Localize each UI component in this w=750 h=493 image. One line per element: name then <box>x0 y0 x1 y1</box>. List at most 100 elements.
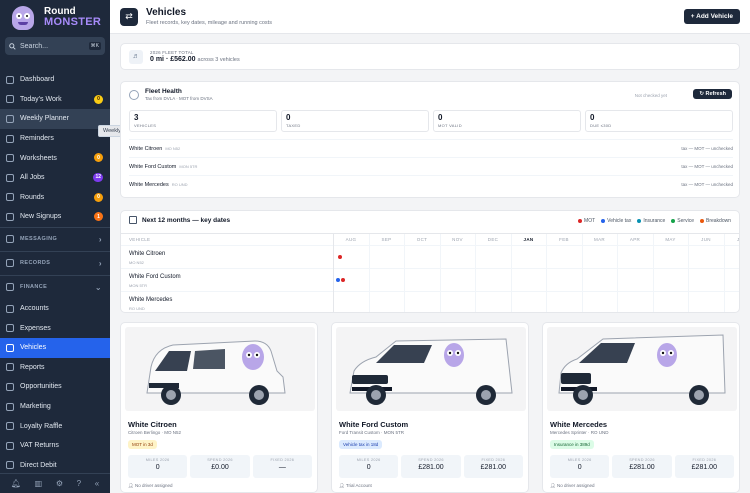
status-badge: Insurance in 389d <box>550 440 594 449</box>
month-header-oct: OCT <box>416 237 428 242</box>
sidebar-item-vat-returns[interactable]: VAT Returns <box>0 436 110 456</box>
legend-breakdown: Breakdown <box>699 218 731 224</box>
calendar-title: Next 12 months — key dates <box>142 216 231 224</box>
page-subtitle: Fleet records, key dates, mileage and ru… <box>146 20 272 26</box>
sidebar-item-label: Opportunities <box>20 383 62 391</box>
month-header-jul: JUL <box>737 237 740 242</box>
sidebar-item-label: VAT Returns <box>20 442 59 450</box>
vehicle-driver: 👤︎ No driver assigned <box>550 483 595 488</box>
sidebar-item-all-jobs[interactable]: All Jobs 12 <box>0 168 110 188</box>
sidebar-item-new-signups[interactable]: New Signups 1 <box>0 207 110 227</box>
route-icon <box>6 193 14 202</box>
legend-insurance: Insurance <box>637 218 665 224</box>
month-gridline <box>404 234 405 312</box>
fleet-total-value: 0 mi · £562.00 across 3 vehicles <box>150 56 240 63</box>
vehicle-card[interactable]: White Citroen Citroen Berlingo · MO N52 … <box>120 322 318 493</box>
vehicle-name: White Citroen <box>128 420 177 429</box>
sidebar-item-label: Direct Debit <box>20 461 57 469</box>
sidebar-item-label: Today's Work <box>20 95 62 103</box>
section-records[interactable]: RECORDS › <box>0 250 110 275</box>
vehicle-tax-date-marker[interactable] <box>336 278 340 282</box>
mot-date-marker[interactable] <box>338 255 342 259</box>
fleet-health-subtitle: Tax from DVLA · MOT from DVSA <box>145 96 213 101</box>
sidebar-item-label: Reports <box>20 363 45 371</box>
sheet-icon <box>6 154 14 163</box>
sidebar-item-accounts[interactable]: Accounts <box>0 299 110 319</box>
user-plus-icon <box>6 212 14 221</box>
vehicle-card[interactable]: White Ford Custom Ford Transit Custom · … <box>331 322 529 493</box>
sidebar-item-label: New Signups <box>20 213 62 221</box>
health-row[interactable]: White Ford Custom MON 5TR tax — MOT — unch… <box>129 157 733 175</box>
vehicle-model: Ford Transit Custom · MON 5TR <box>339 430 405 435</box>
records-icon <box>6 259 14 268</box>
sidebar-item-dashboard[interactable]: Dashboard <box>0 70 110 90</box>
vehicle-photo <box>125 327 315 411</box>
month-header-jan: JAN <box>523 237 534 242</box>
search-input[interactable]: Search... ⌘K <box>5 37 105 55</box>
sidebar-item-label: Rounds <box>20 193 45 201</box>
sidebar-item-expenses[interactable]: Expenses <box>0 318 110 338</box>
month-header-dec: DEC <box>487 237 499 242</box>
arrows-icon: ⇄ <box>120 7 138 26</box>
count-badge: 0 <box>94 192 103 202</box>
calendar-row[interactable]: White Citroen MO N52 <box>121 245 739 268</box>
add-vehicle-button[interactable]: + Add Vehicle <box>683 9 740 24</box>
count-badge: 1 <box>94 212 103 222</box>
month-header-may: MAY <box>665 237 676 242</box>
calendar-row[interactable]: White Ford Custom MON 5TR <box>121 268 739 291</box>
receipt-icon <box>6 324 14 333</box>
health-stats: 3 VEHICLES 0 TAXED 0 MOT VALID 0 DUE ≤30D <box>129 110 733 132</box>
gear-icon[interactable]: ⚙︎ <box>56 479 63 488</box>
vehicle-stats: MILES 2026 0 SPEND 2026 £281.00 FIXED 2026… <box>339 455 523 478</box>
brand[interactable]: Round MONSTER <box>0 0 110 34</box>
sidebar-nav: Dashboard Today's Work 0 Weekly Planner R… <box>0 70 110 475</box>
sidebar-item-todays-work[interactable]: Today's Work 0 <box>0 90 110 110</box>
month-gridline <box>617 234 618 312</box>
vehicle-stats: MILES 2026 0 SPEND 2026 £281.00 FIXED 2026… <box>550 455 734 478</box>
calendar-icon <box>6 114 14 123</box>
mot-date-marker[interactable] <box>341 278 345 282</box>
fleet-health-card: Fleet Health Tax from DVLA · MOT from DV… <box>120 81 740 198</box>
sidebar-item-vehicles[interactable]: Vehicles <box>0 337 110 358</box>
collapse-icon[interactable]: « <box>95 479 99 488</box>
refresh-button[interactable]: ↻ Refresh <box>693 89 732 99</box>
bell-icon[interactable]: 🔔︎ <box>11 479 21 488</box>
vehicle-card[interactable]: White Mercedes Mercedes Sprinter · RO UN… <box>542 322 740 493</box>
calendar-row[interactable]: White Mercedes RO UND <box>121 291 739 312</box>
sidebar-item-loyalty-raffle[interactable]: Loyalty Raffle <box>0 416 110 436</box>
month-header-mar: MAR <box>594 237 605 242</box>
bell-icon <box>6 134 14 143</box>
sidebar-item-reminders[interactable]: Reminders <box>0 129 110 149</box>
chevron-down-icon: ⌄ <box>94 282 102 292</box>
sidebar: Round MONSTER Search... ⌘K Dashboard Tod… <box>0 0 110 493</box>
megaphone-icon <box>6 402 14 411</box>
bar-chart-icon <box>6 304 14 313</box>
month-gridline <box>368 234 370 312</box>
sidebar-item-marketing[interactable]: Marketing <box>0 397 110 417</box>
main-content: ⇄ Vehicles Fleet records, key dates, mil… <box>110 0 750 493</box>
sidebar-item-label: All Jobs <box>20 174 45 182</box>
help-icon[interactable]: ? <box>77 479 81 488</box>
month-gridline <box>475 234 476 312</box>
sidebar-item-opportunities[interactable]: Opportunities <box>0 377 110 397</box>
section-messaging[interactable]: MESSAGING › <box>0 226 110 251</box>
gift-icon <box>6 422 14 431</box>
sidebar-item-worksheets[interactable]: Worksheets 0 <box>0 148 110 168</box>
wallet-icon: ♬ <box>129 49 143 64</box>
sidebar-item-label: Vehicles <box>20 344 47 352</box>
health-row[interactable]: White Citroen MO N52 tax — MOT — unchecked <box>129 139 733 157</box>
sidebar-item-rounds[interactable]: Rounds 0 <box>0 188 110 208</box>
finance-icon <box>6 283 14 292</box>
sidebar-item-label: Reminders <box>20 135 54 143</box>
stat-taxed: 0 TAXED <box>281 110 429 132</box>
book-icon[interactable]: ▥ <box>35 479 43 488</box>
count-badge: 12 <box>93 172 103 182</box>
section-finance[interactable]: FINANCE ⌄ <box>0 274 110 299</box>
sidebar-item-reports[interactable]: Reports <box>0 358 110 378</box>
sidebar-item-weekly-planner[interactable]: Weekly Planner <box>0 109 110 129</box>
vehicle-driver: 👤︎ Trial Account <box>339 483 372 488</box>
clipboard-icon <box>6 95 14 104</box>
column-header-vehicle: VEHICLE <box>129 237 151 242</box>
health-row[interactable]: White Mercedes RO UND tax — MOT — unchecke… <box>129 175 733 193</box>
month-gridline <box>510 234 512 312</box>
